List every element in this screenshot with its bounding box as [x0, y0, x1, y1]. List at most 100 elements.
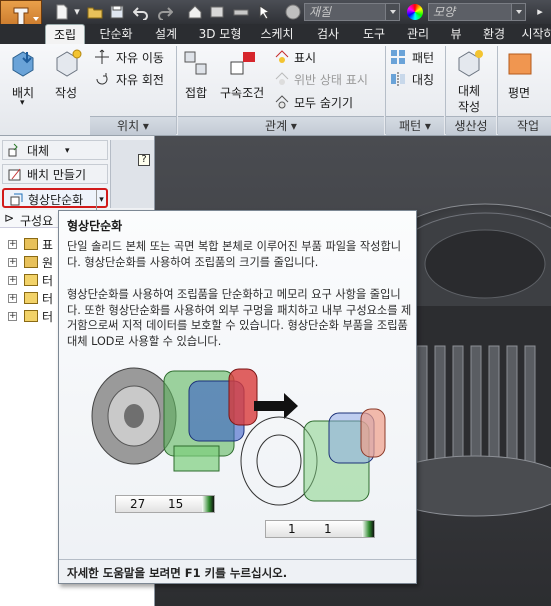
- replace-icon: [8, 143, 18, 157]
- replace-component-icon: [458, 50, 483, 77]
- tab-view[interactable]: 뷰: [443, 24, 469, 44]
- hide-all-icon: [275, 95, 289, 109]
- pattern-label: 패턴: [412, 51, 435, 65]
- chevron-down-icon[interactable]: [385, 4, 399, 20]
- chevron-down-icon: ▾: [65, 146, 70, 156]
- tree-label: 터: [42, 292, 54, 306]
- replace-menu-item[interactable]: 대체 ▾: [2, 140, 108, 160]
- show-button[interactable]: 표시: [274, 48, 374, 66]
- group-pattern[interactable]: 패턴 ▾: [386, 116, 444, 135]
- tab-assemble[interactable]: 조립: [45, 24, 85, 44]
- tab-simplify[interactable]: 단순화: [90, 24, 142, 44]
- tab-manage[interactable]: 관리: [398, 24, 438, 44]
- make-layout-menu-item[interactable]: 배치 만들기: [2, 164, 108, 184]
- tree-label: 터: [42, 274, 54, 288]
- status-gradient-icon: [202, 496, 214, 512]
- chevron-down-icon: [33, 17, 39, 21]
- pattern-button[interactable]: 패턴: [390, 48, 442, 66]
- tooltip-details: 형상단순화를 사용하여 조립품을 단순화하고 메모리 요구 사항을 줄입니다. …: [67, 288, 412, 348]
- redo-icon[interactable]: [156, 3, 174, 21]
- after-bodies-count: 1: [324, 522, 332, 536]
- browser-model-label: 구성요: [20, 214, 54, 228]
- make-layout-icon: [8, 168, 21, 181]
- before-stats-bar: 27 15: [115, 495, 215, 513]
- rotate-icon: [96, 73, 108, 85]
- create-button[interactable]: 작성: [48, 48, 88, 114]
- appearance-color-wheel-icon: [407, 4, 423, 20]
- free-rotate-button[interactable]: 자유 회전: [94, 70, 174, 88]
- mirror-label: 대칭: [412, 73, 435, 87]
- help-icon[interactable]: ?: [138, 154, 150, 166]
- replace-label-2: 작성: [458, 100, 481, 114]
- hide-all-label: 모두 숨기기: [294, 96, 354, 110]
- home-icon[interactable]: [186, 3, 204, 21]
- tree-label: 원: [42, 256, 54, 270]
- replace-menu-label: 대체: [27, 144, 50, 158]
- tab-sketch[interactable]: 스케치: [252, 24, 302, 44]
- tab-tools[interactable]: 도구: [354, 24, 394, 44]
- chevron-down-icon: ▾: [20, 98, 25, 108]
- show-constraints-icon: [275, 50, 289, 63]
- plane-button[interactable]: 평면: [502, 48, 546, 114]
- group-productivity: 생산성: [446, 116, 496, 135]
- group-relationships[interactable]: 관계 ▾: [178, 116, 384, 135]
- new-dropdown-icon[interactable]: ▾: [72, 3, 82, 21]
- expand-icon[interactable]: +: [8, 240, 17, 249]
- tab-get-started[interactable]: 시작하: [518, 24, 551, 44]
- joint-label: 접합: [185, 86, 208, 100]
- place-component-icon: [12, 51, 34, 77]
- shrinkwrap-icon: [10, 193, 23, 206]
- tab-inspect[interactable]: 검사: [308, 24, 348, 44]
- show-violations-label: 위반 상태 표시: [294, 73, 368, 87]
- expand-icon[interactable]: +: [8, 312, 17, 321]
- replace-label: 대체: [458, 84, 481, 98]
- shrinkwrap-menu-item[interactable]: 형상단순화 ▾: [2, 188, 108, 210]
- constrain-button[interactable]: 구속조건: [218, 48, 270, 114]
- chevron-down-icon[interactable]: [511, 4, 525, 20]
- folder-icon: [24, 238, 38, 250]
- constrain-label: 구속조건: [220, 86, 265, 100]
- undo-icon[interactable]: [132, 3, 150, 21]
- joint-icon: [184, 51, 207, 75]
- joint-button[interactable]: 접합: [180, 48, 216, 114]
- expand-icon[interactable]: +: [8, 276, 17, 285]
- material-combo[interactable]: 재질: [304, 3, 400, 21]
- group-position[interactable]: 위치 ▾: [90, 116, 176, 135]
- before-parts-count: 27: [130, 497, 146, 511]
- measure-icon[interactable]: [232, 3, 250, 21]
- move-arrows-icon: [95, 49, 109, 64]
- hide-all-button[interactable]: 모두 숨기기: [274, 93, 374, 111]
- replace-button[interactable]: 대체 작성: [449, 48, 493, 114]
- mirror-button[interactable]: 대칭: [390, 70, 442, 88]
- material-value: 재질: [309, 5, 332, 19]
- tree-label: 표: [42, 238, 54, 252]
- shrinkwrap-tooltip: 형상단순화 단일 솔리드 본체 또는 곡면 복합 본체로 이루어진 부품 파일을…: [58, 210, 417, 584]
- update-icon[interactable]: [208, 3, 226, 21]
- chevron-down-icon[interactable]: ▾: [96, 190, 106, 210]
- save-icon[interactable]: [108, 3, 126, 21]
- open-icon[interactable]: [86, 3, 104, 21]
- make-layout-label: 배치 만들기: [27, 168, 87, 182]
- expand-icon[interactable]: +: [8, 294, 17, 303]
- free-move-button[interactable]: 자유 이동: [94, 48, 174, 66]
- new-file-icon[interactable]: [52, 3, 72, 21]
- plane-label: 평면: [508, 86, 531, 100]
- work-plane-icon: [508, 53, 532, 75]
- show-violations-button[interactable]: 위반 상태 표시: [274, 70, 384, 88]
- tab-design[interactable]: 설계: [146, 24, 186, 44]
- expand-icon[interactable]: +: [8, 258, 17, 267]
- tab-environments[interactable]: 환경: [474, 24, 514, 44]
- tooltip-footer: 자세한 도움말을 보려면 F1 키를 누르십시오.: [59, 559, 416, 583]
- filter-icon[interactable]: ⊳: [4, 211, 14, 225]
- material-ball-icon: [284, 3, 302, 21]
- tab-3d-model[interactable]: 3D 모형: [192, 24, 248, 44]
- appearance-combo[interactable]: 모양: [428, 3, 526, 21]
- more-icon[interactable]: ▸: [532, 3, 548, 21]
- select-icon[interactable]: [256, 3, 274, 21]
- place-button[interactable]: 배치 ▾: [4, 48, 44, 114]
- free-move-label: 자유 이동: [116, 51, 164, 65]
- tooltip-help-hint: 자세한 도움말을 보려면 F1 키를 누르십시오.: [67, 566, 288, 580]
- folder-icon: [24, 256, 38, 268]
- create-component-icon: [56, 49, 82, 77]
- part-icon: [24, 310, 38, 322]
